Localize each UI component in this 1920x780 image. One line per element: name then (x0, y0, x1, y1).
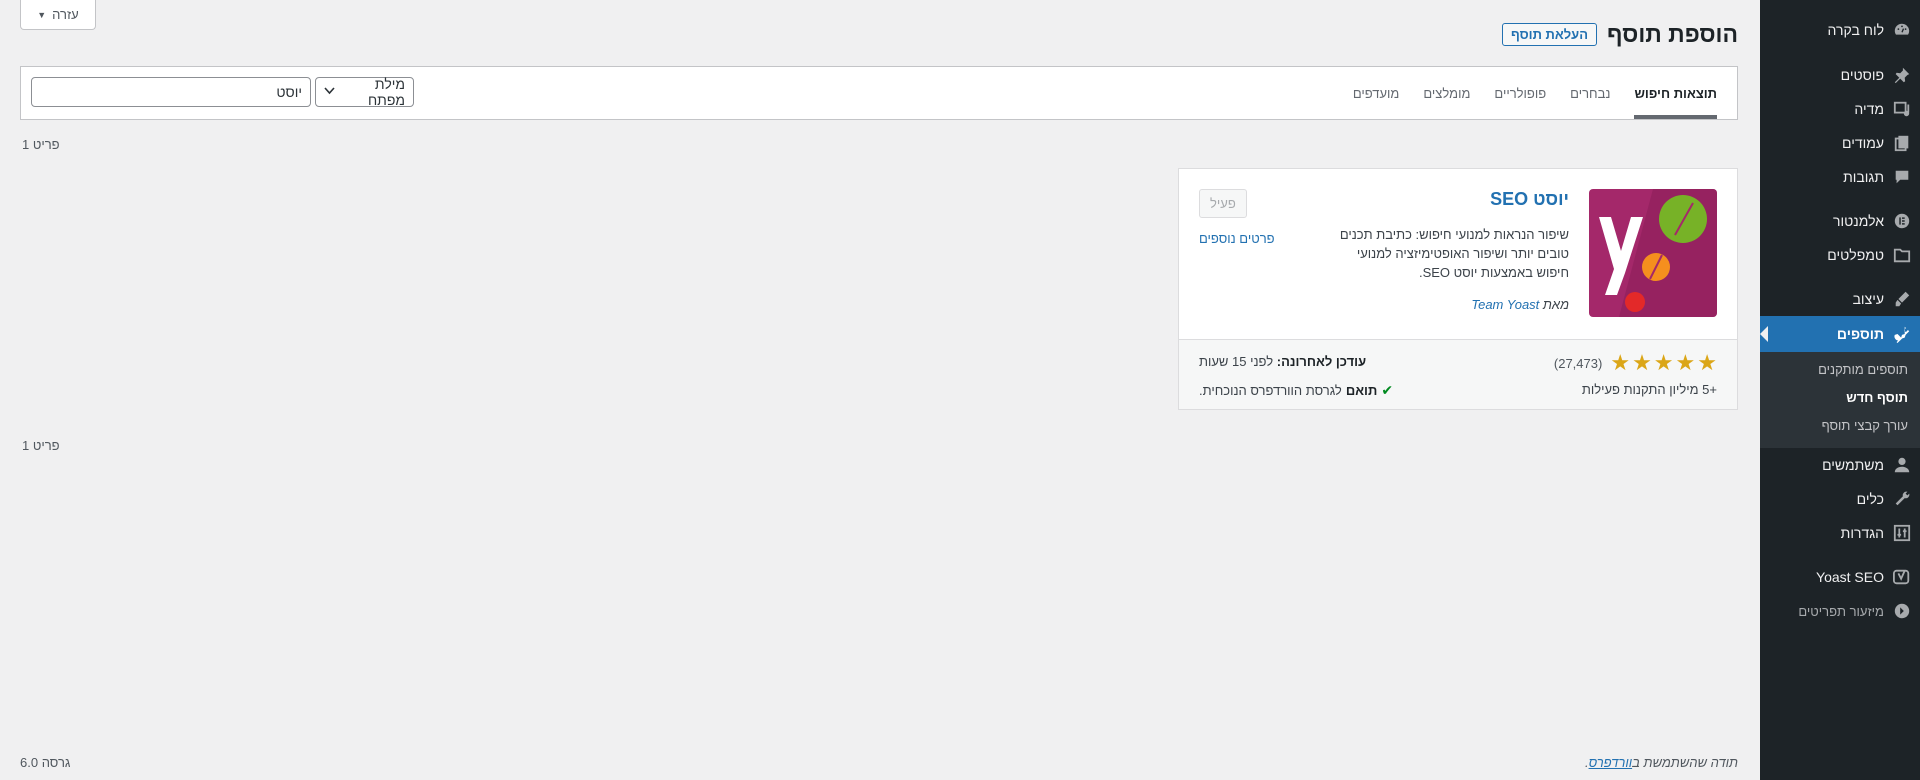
tab-search-results[interactable]: תוצאות חיפוש (1634, 67, 1717, 119)
tab-popular[interactable]: פופולריים (1494, 67, 1546, 119)
plugin-card: יוסט SEO שיפור הנראות למנועי חיפוש: כתיב… (1178, 168, 1738, 410)
plugin-icon (1892, 324, 1912, 344)
sidebar-item-users[interactable]: משתמשים (1760, 448, 1920, 482)
media-icon (1892, 99, 1912, 119)
items-count-bottom: פריט 1 (22, 438, 60, 453)
sidebar-item-label: Yoast SEO (1816, 569, 1884, 585)
sidebar-item-label: פוסטים (1840, 67, 1884, 83)
sidebar-item-posts[interactable]: פוסטים (1760, 58, 1920, 92)
items-count-top: פריט 1 (22, 137, 60, 152)
compat-text: לגרסת הוורדפרס הנוכחית. (1199, 383, 1342, 398)
author-prefix: מאת (1542, 297, 1569, 312)
sidebar-item-settings[interactable]: הגדרות (1760, 516, 1920, 550)
submenu-installed-plugins[interactable]: תוספים מותקנים (1760, 356, 1920, 384)
wrench-icon (1892, 489, 1912, 509)
sidebar-item-label: כלים (1856, 491, 1884, 507)
filter-tabs: תוצאות חיפוש נבחרים פופולריים מומלצים מו… (1353, 67, 1717, 119)
page-title: הוספת תוסף (1606, 21, 1738, 47)
sidebar-collapse-menu[interactable]: מיזעור תפריטים (1760, 594, 1920, 628)
elementor-icon (1892, 211, 1912, 231)
more-details-link[interactable]: פרטים נוספים (1199, 231, 1275, 246)
plugin-search-input[interactable] (31, 77, 311, 107)
plugin-name-link[interactable]: יוסט SEO (1490, 189, 1569, 210)
plugin-author: מאת Team Yoast (1471, 297, 1569, 312)
brush-icon (1892, 289, 1912, 309)
sidebar-item-comments[interactable]: תגובות (1760, 160, 1920, 194)
compatibility: ✔ תואם לגרסת הוורדפרס הנוכחית. (1199, 382, 1393, 399)
yoast-logo-icon[interactable] (1589, 189, 1717, 317)
plugin-filter-bar: תוצאות חיפוש נבחרים פופולריים מומלצים מו… (20, 66, 1738, 120)
submenu-add-new[interactable]: תוסף חדש (1760, 384, 1920, 412)
sidebar-item-tools[interactable]: כלים (1760, 482, 1920, 516)
pin-icon (1892, 65, 1912, 85)
star-icon: ★ (1653, 350, 1674, 375)
footer-version: גרסה 6.0 (20, 755, 71, 770)
compat-bold: תואם (1345, 383, 1378, 398)
sidebar-item-templates[interactable]: טמפלטים (1760, 238, 1920, 272)
page-icon (1892, 133, 1912, 153)
dashboard-icon (1892, 20, 1912, 40)
sidebar-item-label: תגובות (1843, 169, 1884, 185)
checkmark-icon: ✔ (1381, 382, 1394, 398)
last-updated-label: עודכן לאחרונה: (1276, 354, 1367, 369)
search-type-select[interactable]: מילת מפתח (315, 76, 414, 108)
page-header: הוספת תוסף העלאת תוסף (1501, 21, 1738, 48)
sidebar-item-label: תוספים (1836, 326, 1884, 342)
footer-thanks: תודה שהשתמשת בוורדפרס. (1585, 755, 1738, 770)
caret-down-icon: ▼ (37, 9, 47, 20)
upload-plugin-button[interactable]: העלאת תוסף (1501, 23, 1597, 46)
sidebar-item-media[interactable]: מדיה (1760, 92, 1920, 126)
user-icon (1892, 455, 1912, 475)
sidebar-item-label: הגדרות (1840, 525, 1884, 541)
help-tab-button[interactable]: עזרה ▼ (20, 0, 96, 30)
active-installs: +5 מיליון התקנות פעילות (1581, 382, 1717, 397)
tab-featured[interactable]: נבחרים (1570, 67, 1610, 119)
star-icon: ★ (1697, 350, 1717, 375)
plugin-active-button: פעיל (1199, 189, 1247, 218)
tab-recommended[interactable]: מומלצים (1423, 67, 1470, 119)
plugin-card-bottom: ★ ★ ★ ★ ★ (27,473) +5 מיליון התקנות פעיל… (1179, 339, 1737, 409)
search-area: מילת מפתח (31, 76, 414, 108)
chevron-down-icon (324, 86, 335, 98)
sidebar-item-label: מדיה (1854, 101, 1884, 117)
sidebar-item-label: לוח בקרה (1827, 22, 1884, 38)
help-label: עזרה (52, 7, 79, 22)
wordpress-link[interactable]: וורדפרס (1589, 755, 1633, 770)
yoast-icon (1892, 567, 1912, 587)
plugin-rating: ★ ★ ★ ★ ★ (27,473) (1554, 352, 1717, 374)
last-updated: עודכן לאחרונה: לפני 15 שעות (1199, 354, 1366, 369)
star-icon: ★ (1632, 350, 1652, 375)
main-content: עזרה ▼ הוספת תוסף העלאת תוסף תוצאות חיפו… (0, 0, 1760, 780)
sidebar-item-label: עיצוב (1852, 291, 1884, 307)
sidebar-item-elementor[interactable]: אלמנטור (1760, 204, 1920, 238)
comment-icon (1892, 167, 1912, 187)
search-type-value: מילת מפתח (367, 76, 405, 108)
sidebar-item-appearance[interactable]: עיצוב (1760, 282, 1920, 316)
sidebar-item-label: עמודים (1841, 135, 1884, 151)
sidebar-item-label: משתמשים (1822, 457, 1884, 473)
sidebar-item-dashboard[interactable]: לוח בקרה (1760, 12, 1920, 48)
collapse-icon (1892, 601, 1912, 621)
star-icon: ★ (1675, 350, 1696, 375)
footer-thanks-prefix: תודה שהשתמשת ב (1632, 755, 1738, 770)
folder-icon (1892, 245, 1912, 265)
submenu-plugin-editor[interactable]: עורך קבצי תוסף (1760, 412, 1920, 440)
sidebar-item-yoast[interactable]: Yoast SEO (1760, 560, 1920, 594)
sidebar-item-pages[interactable]: עמודים (1760, 126, 1920, 160)
author-link[interactable]: Team Yoast (1471, 297, 1539, 312)
tab-favorites[interactable]: מועדפים (1353, 67, 1400, 119)
plugin-card-top: יוסט SEO שיפור הנראות למנועי חיפוש: כתיב… (1179, 169, 1737, 341)
sidebar-item-label: טמפלטים (1827, 247, 1884, 263)
last-updated-value: לפני 15 שעות (1199, 354, 1274, 369)
admin-sidebar: לוח בקרה פוסטים מדיה עמודים תגובות אלמנט… (1760, 0, 1920, 780)
plugin-description: שיפור הנראות למנועי חיפוש: כתיבת תכנים ט… (1339, 227, 1569, 280)
star-icon: ★ (1610, 350, 1631, 375)
sidebar-item-label: אלמנטור (1833, 213, 1884, 229)
rating-count: (27,473) (1553, 355, 1603, 371)
sidebar-item-label: מיזעור תפריטים (1798, 603, 1884, 619)
plugins-submenu: תוספים מותקנים תוסף חדש עורך קבצי תוסף (1760, 352, 1920, 448)
settings-icon (1892, 523, 1912, 543)
sidebar-item-plugins[interactable]: תוספים (1760, 316, 1920, 352)
